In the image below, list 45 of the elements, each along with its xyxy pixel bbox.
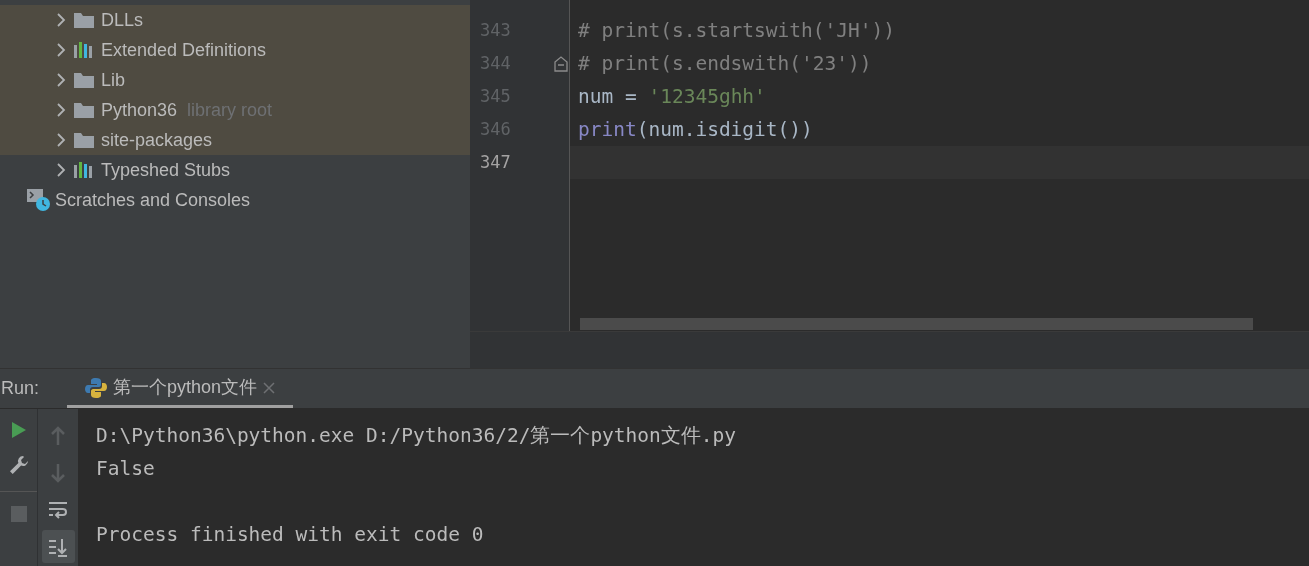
chevron-right-icon[interactable] [55,43,67,57]
line-number: 347 [480,150,511,174]
chevron-right-icon[interactable] [55,103,67,117]
library-icon [73,161,95,179]
code-line: # print(s.endswith('23')) [578,50,872,77]
tree-item-label: DLLs [101,8,144,32]
code-line: print(num.isdigit()) [578,116,813,143]
chevron-right-icon[interactable] [55,73,67,87]
tree-item-label: Extended Definitions [101,38,267,62]
console-line: False [96,455,155,482]
folder-icon [73,11,95,29]
wrench-icon[interactable] [8,455,29,475]
console-line: Process finished with exit code 0 [96,521,484,548]
soft-wrap-icon[interactable] [48,499,68,520]
tree-item-label: Typeshed Stubs [101,158,231,182]
console-line: D:\Python36\python.exe D:/Python36/2/第一个python文件.py [96,422,737,449]
chevron-right-icon[interactable] [55,13,67,27]
folder-icon [73,71,95,89]
tree-item-label: Python36 [101,98,178,122]
chevron-right-icon[interactable] [55,163,67,177]
close-icon[interactable] [263,381,276,394]
tree-item-label[interactable]: Scratches and Consoles [55,186,251,214]
code-editor[interactable]: # print(s.startswith('JH')) # print(s.endswith('23')) num = '12345ghh' print(num.isdigit()) [570,0,1309,331]
folder-icon [73,131,95,149]
code-line: # print(s.startswith('JH')) [578,17,895,44]
chevron-right-icon[interactable] [55,133,67,147]
tree-item[interactable]: Lib [0,65,470,95]
tree-item-label: site-packages [101,128,213,152]
tree-item[interactable]: Typeshed Stubs [0,155,470,185]
run-label: Run: [1,377,40,400]
fold-icon[interactable] [554,55,568,72]
python-icon [85,376,108,399]
scroll-to-end-icon[interactable] [48,536,68,557]
code-line: num = '12345ghh' [578,83,766,110]
library-icon [73,41,95,59]
folder-icon [73,101,95,119]
tree-item[interactable]: site-packages [0,125,470,155]
toolbar-button[interactable] [41,530,75,563]
tree-item-label: Lib [101,68,126,92]
tab-label: 第一个python文件 [113,376,258,399]
scratches-icon [27,188,51,212]
horizontal-scrollbar[interactable] [580,318,1253,330]
run-icon[interactable] [10,421,27,439]
tree-item[interactable]: Extended Definitions [0,35,470,65]
tree-item[interactable]: DLLs [0,5,470,35]
